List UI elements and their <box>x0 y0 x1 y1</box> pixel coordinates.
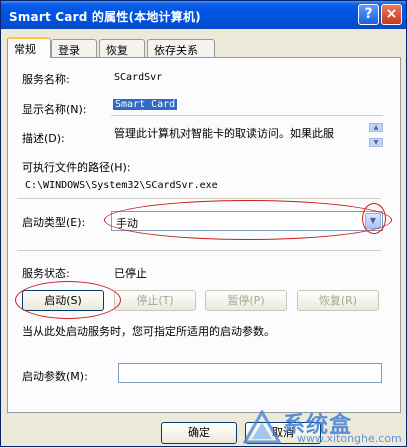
description-scrollbar[interactable]: ▲ ▼ <box>369 123 383 151</box>
startup-type-select[interactable]: 手动 ▼ <box>111 211 383 231</box>
exe-path-label: 可执行文件的路径(H): <box>22 161 131 174</box>
tab-dependencies[interactable]: 依存关系 <box>147 39 215 57</box>
description-value: 管理此计算机对智能卡的取读访问。如果此服 <box>114 127 334 140</box>
divider-1 <box>17 198 381 199</box>
help-button[interactable]: ? <box>358 4 379 25</box>
watermark-logo-icon <box>243 410 281 444</box>
display-name-underline <box>111 115 383 116</box>
stop-button[interactable]: 停止(T) <box>114 290 196 311</box>
resume-button[interactable]: 恢复(R) <box>297 290 379 311</box>
startup-type-label: 启动类型(E): <box>22 216 86 229</box>
startup-type-value: 手动 <box>116 217 138 230</box>
tab-logon[interactable]: 登录 <box>51 39 97 57</box>
start-button[interactable]: 启动(S) <box>22 290 104 311</box>
watermark-url: www.xitonghe.com <box>297 432 402 445</box>
tab-recovery[interactable]: 恢复 <box>99 39 145 57</box>
divider-2 <box>17 250 381 251</box>
service-properties-window: Smart Card 的属性(本地计算机) ? × 常规 登录 恢复 依存关系 … <box>0 0 407 447</box>
service-name-label: 服务名称: <box>22 73 70 86</box>
ok-button[interactable]: 确定 <box>161 422 237 444</box>
service-status-value: 已停止 <box>114 267 147 280</box>
start-params-label: 启动参数(M): <box>22 370 88 383</box>
service-status-label: 服务状态: <box>22 267 70 280</box>
help-icon: ? <box>364 6 373 22</box>
display-name-label: 显示名称(N): <box>22 103 87 116</box>
close-button[interactable]: × <box>381 4 402 25</box>
dropdown-arrow-icon[interactable]: ▼ <box>365 213 381 229</box>
start-params-hint: 当从此处启动服务时，您可指定所适用的启动参数。 <box>22 325 275 338</box>
watermark: 系统盒 www.xitonghe.com <box>239 406 407 448</box>
tab-general[interactable]: 常规 <box>7 37 51 58</box>
pause-button[interactable]: 暂停(P) <box>205 290 287 311</box>
display-name-selected-text: Smart Card <box>113 99 178 110</box>
scroll-up-icon[interactable]: ▲ <box>369 123 383 132</box>
close-icon: × <box>385 6 398 22</box>
description-text[interactable]: 管理此计算机对智能卡的取读访问。如果此服 ▲ ▼ <box>111 123 383 151</box>
display-name-input[interactable]: Smart Card <box>111 97 383 115</box>
service-name-value: SCardSvr <box>114 72 163 83</box>
title-bar[interactable]: Smart Card 的属性(本地计算机) ? × <box>1 1 406 29</box>
description-label: 描述(D): <box>22 132 65 145</box>
scroll-down-icon[interactable]: ▼ <box>369 138 383 147</box>
window-title: Smart Card 的属性(本地计算机) <box>9 10 201 24</box>
exe-path-value: C:\WINDOWS\System32\SCardSvr.exe <box>25 180 218 191</box>
start-params-input[interactable] <box>118 363 382 383</box>
